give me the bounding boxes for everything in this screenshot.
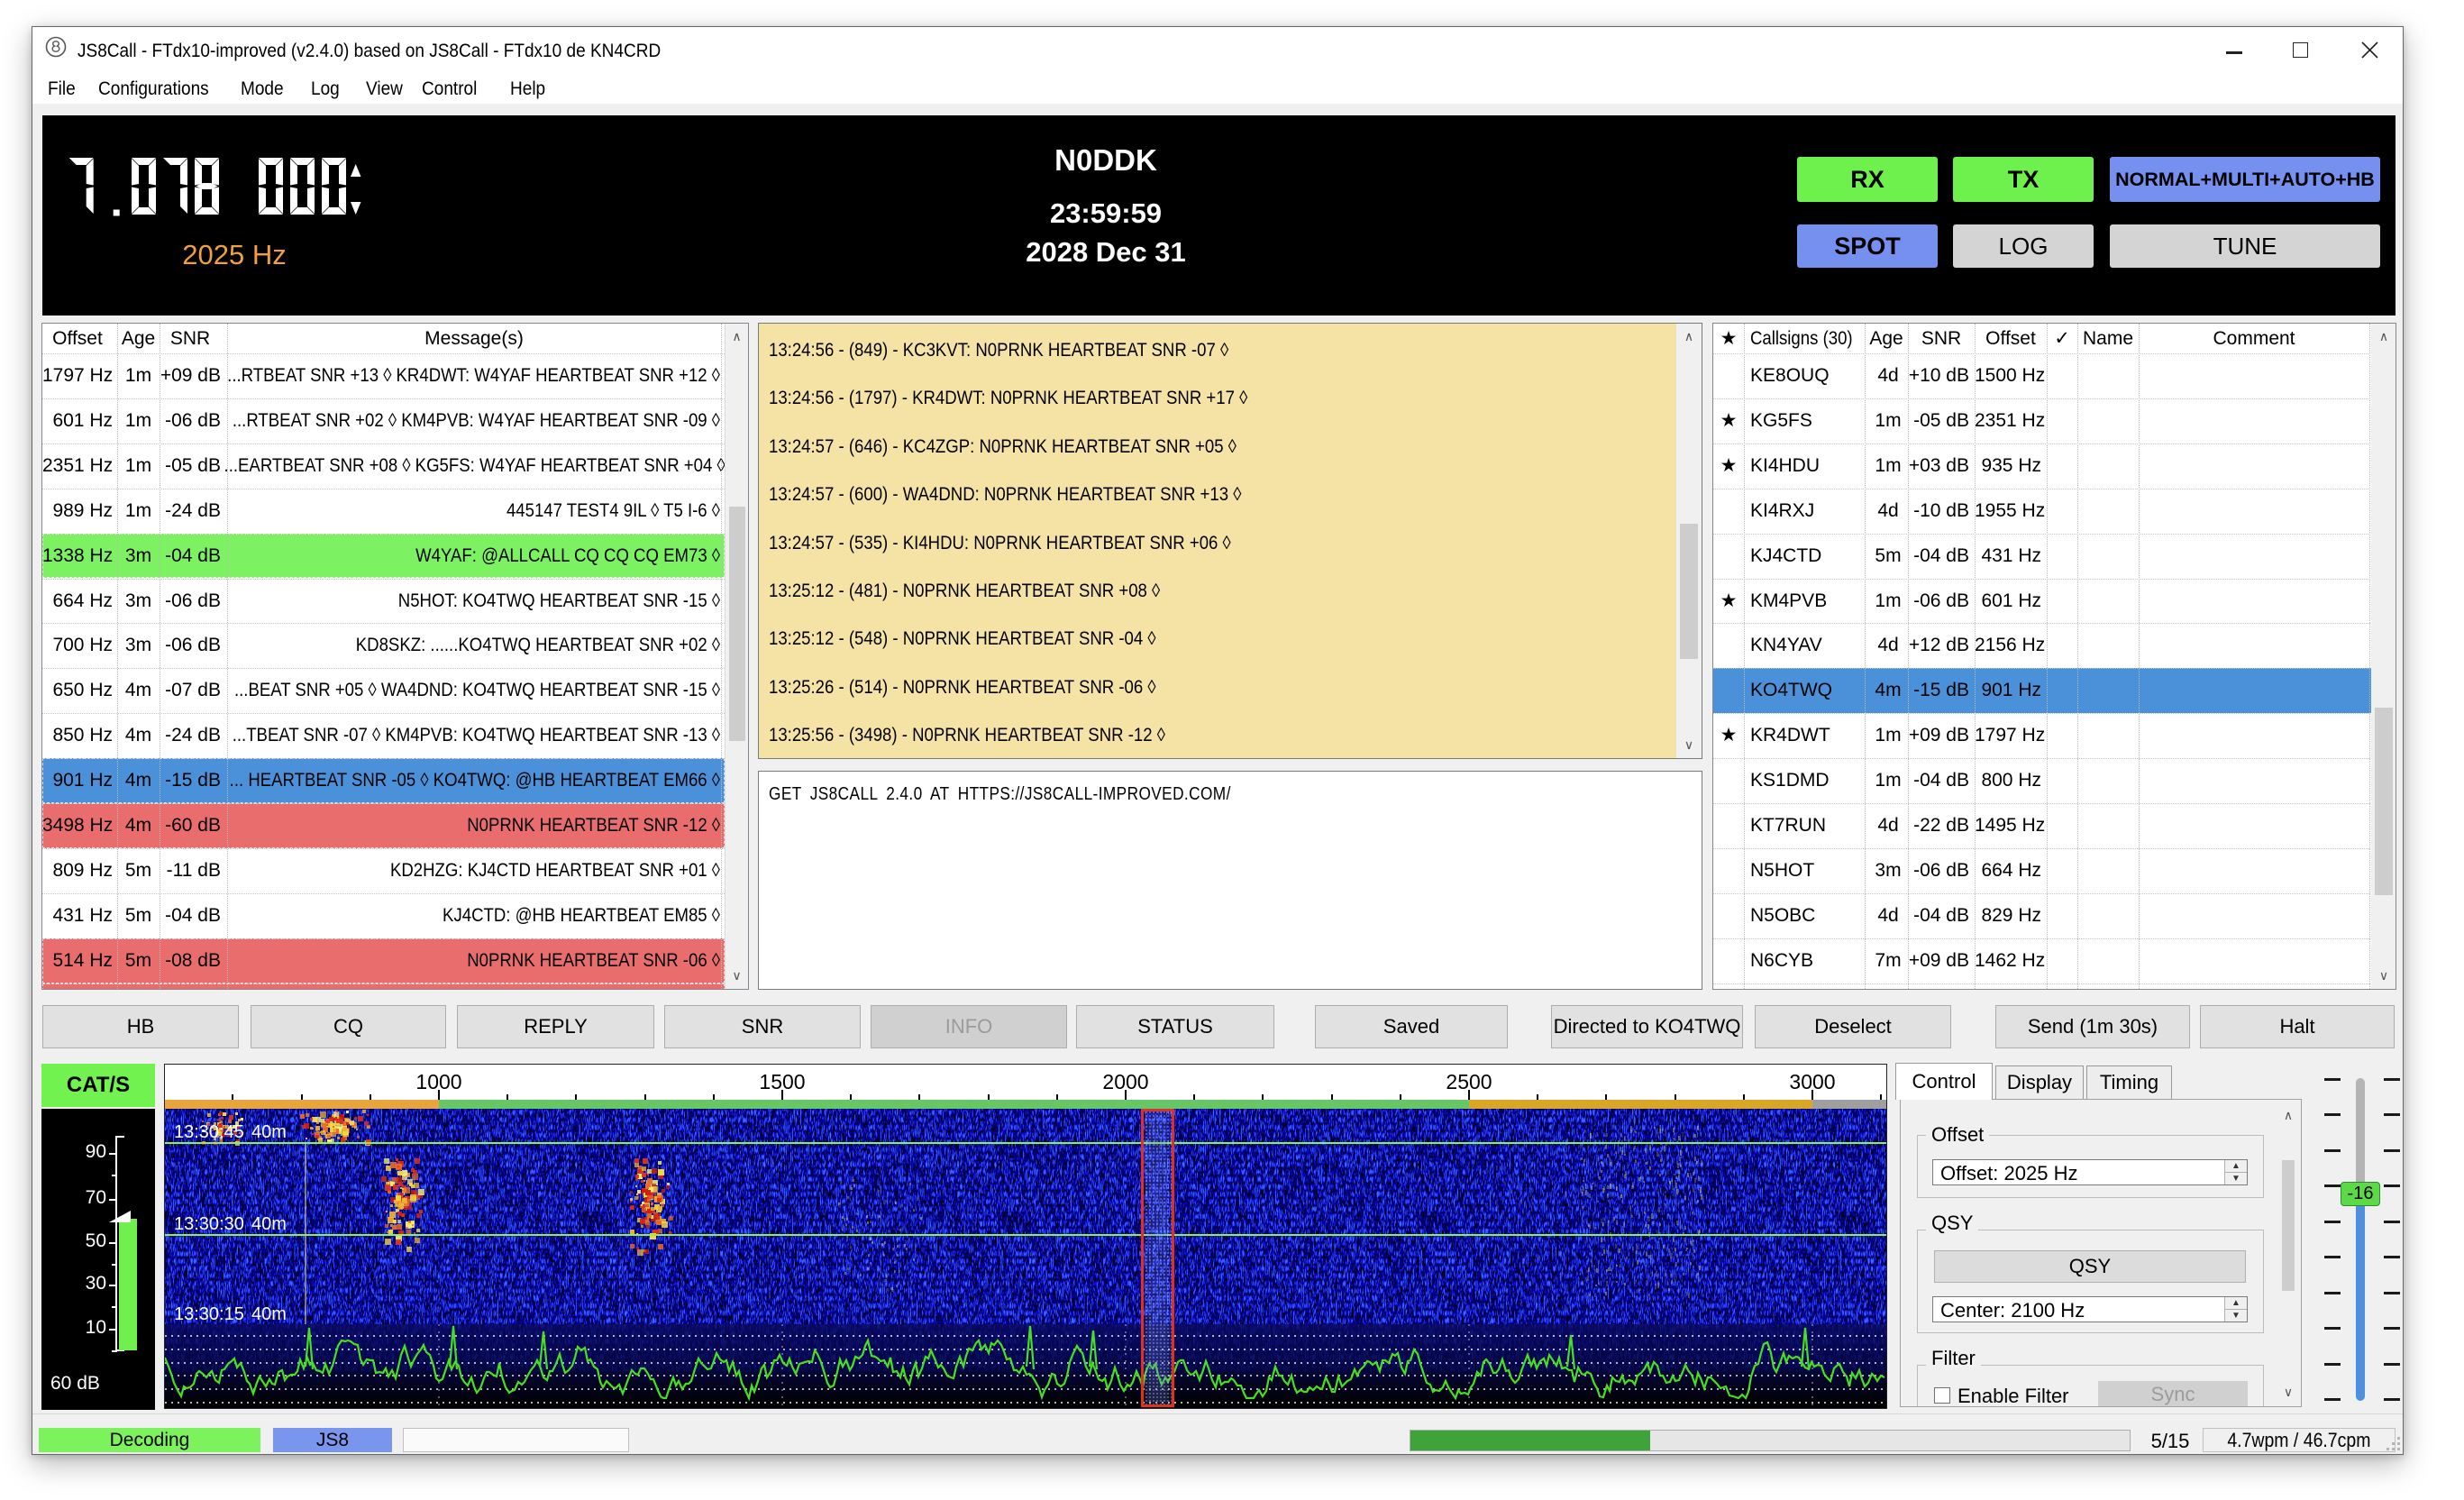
- svg-text:40m: 40m: [251, 1214, 287, 1234]
- svg-text:40m: 40m: [251, 1304, 287, 1324]
- svg-text:40m: 40m: [251, 1122, 287, 1142]
- svg-text:13:30:15: 13:30:15: [174, 1304, 244, 1324]
- svg-text:13:30:45: 13:30:45: [174, 1122, 244, 1142]
- svg-text:13:30:30: 13:30:30: [174, 1214, 244, 1234]
